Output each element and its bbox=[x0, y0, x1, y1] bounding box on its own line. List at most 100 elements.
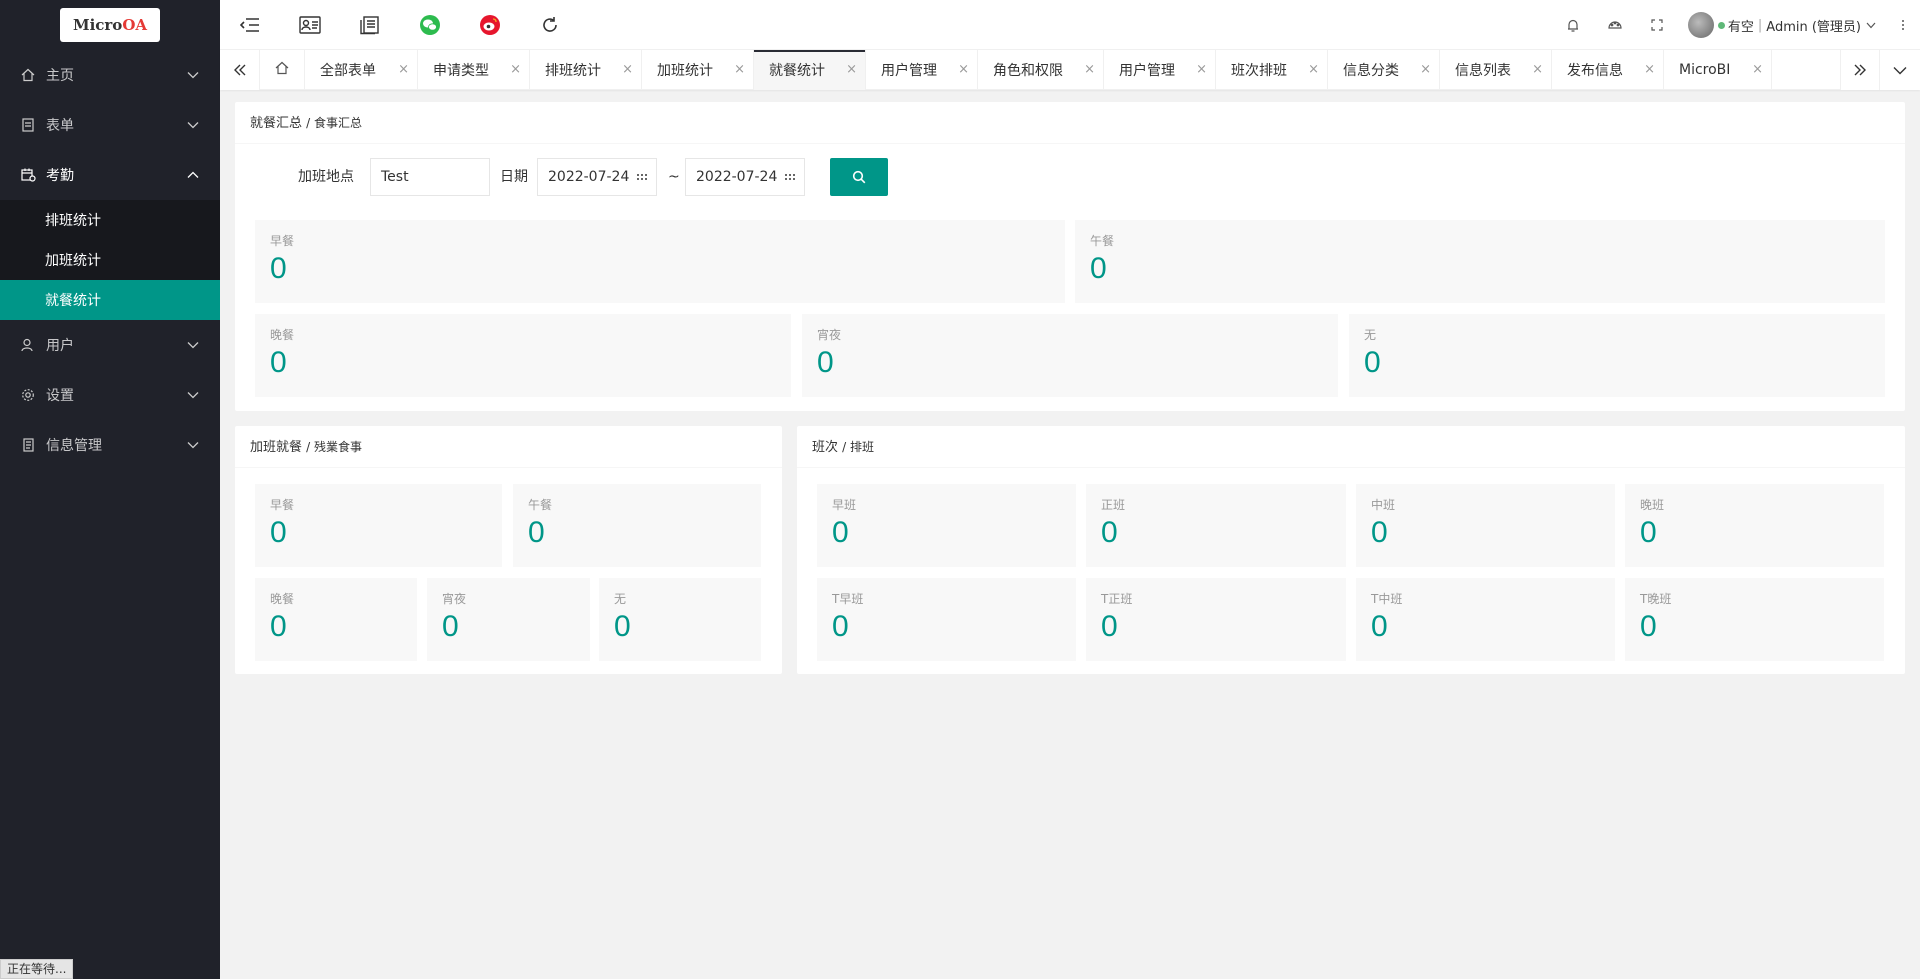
contacts-icon[interactable] bbox=[280, 0, 340, 50]
date-from-input[interactable]: 2022-07-24 bbox=[537, 158, 657, 196]
tab-all-forms[interactable]: 全部表单 × bbox=[305, 50, 418, 90]
stat-shift-t-regular: T正班 0 bbox=[1086, 578, 1346, 661]
stat-shift-regular: 正班 0 bbox=[1086, 484, 1346, 567]
page-tabs: 全部表单 × 申请类型 × 排班统计 × 加班统计 × 就餐统计 × 用户管理 × 角色和权… bbox=[220, 50, 1920, 90]
tab-info-category[interactable]: 信息分类 × bbox=[1328, 50, 1440, 90]
user-separator: | bbox=[1757, 17, 1763, 33]
tab-publish-info[interactable]: 发布信息 × bbox=[1552, 50, 1664, 90]
card-title: 加班就餐 bbox=[250, 440, 303, 455]
bell-icon[interactable] bbox=[1552, 0, 1594, 50]
logo[interactable]: Micro OA bbox=[60, 8, 160, 42]
location-label: 加班地点 bbox=[298, 169, 354, 185]
stat-shift-night: 晚班 0 bbox=[1625, 484, 1884, 567]
tab-close-icon[interactable]: × bbox=[622, 63, 633, 77]
sidebar-item-users[interactable]: 用户 bbox=[0, 320, 220, 370]
calendar-grid-icon bbox=[785, 174, 795, 180]
chevron-down-icon bbox=[186, 438, 200, 452]
tab-roles-permissions[interactable]: 角色和权限 × bbox=[978, 50, 1104, 90]
tab-close-icon[interactable]: × bbox=[1532, 63, 1543, 77]
home-icon bbox=[275, 61, 289, 79]
date-to-input[interactable]: 2022-07-24 bbox=[685, 158, 805, 196]
tabs-scroll-left-icon[interactable] bbox=[220, 50, 260, 90]
stat-ot-none: 无 0 bbox=[599, 578, 761, 661]
theme-icon[interactable] bbox=[1594, 0, 1636, 50]
tab-close-icon[interactable]: × bbox=[398, 63, 409, 77]
stat-label: 晚餐 bbox=[270, 592, 295, 606]
fullscreen-icon[interactable] bbox=[1636, 0, 1678, 50]
card-title: 班次 bbox=[812, 440, 839, 455]
shift-card: 班次 / 排班 早班 0 正班 0 中班 0 晚班 0 T早班 0 T正班 0 … bbox=[797, 426, 1905, 674]
wechat-icon[interactable] bbox=[400, 0, 460, 50]
sidebar-subitem-meal-stats[interactable]: 就餐统计 bbox=[0, 280, 220, 320]
menu-toggle-icon[interactable] bbox=[220, 0, 280, 50]
tabs-dropdown-icon[interactable] bbox=[1880, 50, 1920, 90]
tab-info-list[interactable]: 信息列表 × bbox=[1440, 50, 1552, 90]
date-to-value: 2022-07-24 bbox=[696, 169, 778, 185]
tab-close-icon[interactable]: × bbox=[846, 63, 857, 77]
tab-meal-stats[interactable]: 就餐统计 × bbox=[754, 50, 866, 90]
stat-label: 无 bbox=[614, 592, 627, 606]
tabs-scroll-right-icon[interactable] bbox=[1840, 50, 1880, 90]
stat-label: T正班 bbox=[1101, 592, 1133, 606]
tab-close-icon[interactable]: × bbox=[1196, 63, 1207, 77]
tab-shift-stats[interactable]: 排班统计 × bbox=[530, 50, 642, 90]
top-header: 有空 | Admin (管理员) bbox=[220, 0, 1920, 50]
tab-close-icon[interactable]: × bbox=[1084, 63, 1095, 77]
sidebar-item-settings[interactable]: 设置 bbox=[0, 370, 220, 420]
tab-home[interactable] bbox=[260, 50, 305, 90]
tab-close-icon[interactable]: × bbox=[510, 63, 521, 77]
stat-value: 0 bbox=[270, 610, 287, 643]
overtime-meal-card: 加班就餐 / 残業食事 早餐 0 午餐 0 晚餐 0 宵夜 0 无 0 bbox=[235, 426, 782, 674]
stat-lunch: 午餐 0 bbox=[1075, 220, 1885, 303]
card-header: 班次 / 排班 bbox=[797, 426, 1905, 468]
stat-label: 晚餐 bbox=[270, 328, 295, 342]
tab-close-icon[interactable]: × bbox=[1308, 63, 1319, 77]
tab-label: 排班统计 bbox=[545, 63, 601, 79]
stat-value: 0 bbox=[442, 610, 459, 643]
stat-label: 无 bbox=[1364, 328, 1377, 342]
tab-close-icon[interactable]: × bbox=[1752, 63, 1763, 77]
stat-label: 中班 bbox=[1371, 498, 1396, 512]
tab-overtime-stats[interactable]: 加班统计 × bbox=[642, 50, 754, 90]
stat-value: 0 bbox=[1101, 516, 1118, 549]
tab-close-icon[interactable]: × bbox=[734, 63, 745, 77]
sidebar-subitem-overtime-stats[interactable]: 加班统计 bbox=[0, 240, 220, 280]
tab-user-management-2[interactable]: 用户管理 × bbox=[1104, 50, 1216, 90]
sidebar-item-home[interactable]: 主页 bbox=[0, 50, 220, 100]
stat-value: 0 bbox=[817, 346, 834, 379]
search-button[interactable] bbox=[830, 158, 888, 196]
documents-icon[interactable] bbox=[340, 0, 400, 50]
logo-accent: OA bbox=[122, 16, 148, 34]
sidebar-item-label: 考勤 bbox=[46, 168, 74, 184]
stat-label: 宵夜 bbox=[817, 328, 842, 342]
tab-close-icon[interactable]: × bbox=[1420, 63, 1431, 77]
sidebar-item-attendance[interactable]: 考勤 bbox=[0, 150, 220, 200]
sidebar-item-forms[interactable]: 表单 bbox=[0, 100, 220, 150]
gear-icon bbox=[20, 387, 36, 403]
sidebar-subitem-shift-stats[interactable]: 排班统计 bbox=[0, 200, 220, 240]
refresh-icon[interactable] bbox=[520, 0, 580, 50]
tab-label: 全部表单 bbox=[320, 63, 376, 79]
sidebar-item-label: 用户 bbox=[46, 338, 74, 354]
location-input[interactable]: Test bbox=[370, 158, 490, 196]
stat-shift-middle: 中班 0 bbox=[1356, 484, 1615, 567]
more-icon[interactable] bbox=[1886, 0, 1920, 50]
sidebar-item-info-management[interactable]: 信息管理 bbox=[0, 420, 220, 470]
date-from-value: 2022-07-24 bbox=[548, 169, 630, 185]
tab-apply-types[interactable]: 申请类型 × bbox=[418, 50, 530, 90]
stat-value: 0 bbox=[1371, 610, 1388, 643]
user-menu[interactable]: 有空 | Admin (管理员) bbox=[1678, 0, 1886, 50]
tab-microbi[interactable]: MicroBI × bbox=[1664, 50, 1772, 90]
tab-shift-scheduling[interactable]: 班次排班 × bbox=[1216, 50, 1328, 90]
stat-label: 早餐 bbox=[270, 498, 295, 512]
tab-user-management[interactable]: 用户管理 × bbox=[866, 50, 978, 90]
tab-label: 信息分类 bbox=[1343, 63, 1399, 79]
tab-label: 发布信息 bbox=[1567, 63, 1623, 79]
home-icon bbox=[20, 67, 36, 83]
tab-label: 用户管理 bbox=[1119, 63, 1175, 79]
tab-close-icon[interactable]: × bbox=[958, 63, 969, 77]
tab-close-icon[interactable]: × bbox=[1644, 63, 1655, 77]
user-status: 有空 bbox=[1727, 19, 1754, 35]
stat-value: 0 bbox=[614, 610, 631, 643]
weibo-icon[interactable] bbox=[460, 0, 520, 50]
